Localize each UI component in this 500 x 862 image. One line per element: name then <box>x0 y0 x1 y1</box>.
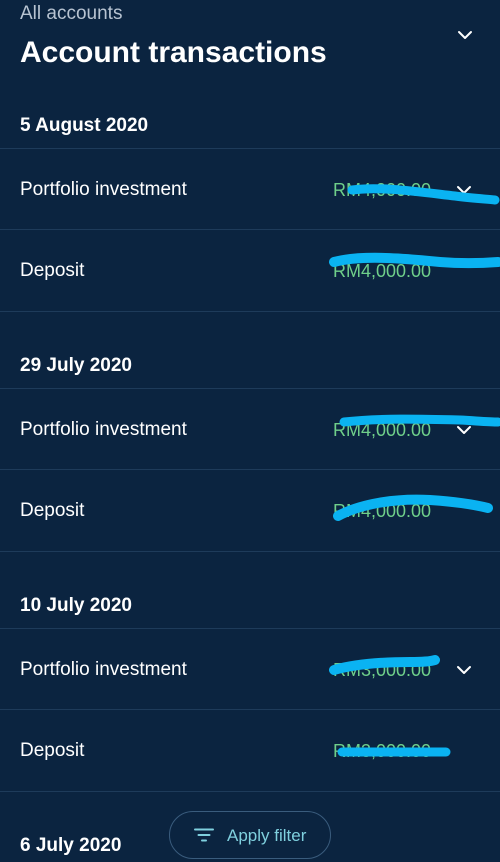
transaction-type: Deposit <box>20 500 85 521</box>
transaction-row[interactable]: Deposit RM4,000.00 <box>0 471 500 551</box>
divider <box>0 148 500 149</box>
transaction-amount: RM4,000.00 <box>333 261 432 281</box>
date-label: 5 August 2020 <box>20 115 149 136</box>
account-selector-label[interactable]: All accounts <box>20 2 122 26</box>
chevron-down-icon[interactable] <box>456 422 472 438</box>
date-label: 29 July 2020 <box>20 355 132 376</box>
transaction-amount: RM3,000.00 <box>333 660 432 680</box>
transaction-type: Portfolio investment <box>20 419 187 440</box>
transaction-row[interactable]: Deposit RM3,000.00 <box>0 711 500 791</box>
filter-icon <box>194 828 214 842</box>
transaction-type: Portfolio investment <box>20 659 187 680</box>
transaction-row[interactable]: Portfolio investment RM4,000.00 <box>0 390 500 470</box>
transaction-row[interactable]: Portfolio investment RM3,000.00 <box>0 630 500 710</box>
header: All accounts Account transactions <box>0 0 500 100</box>
date-label: 10 July 2020 <box>20 595 132 616</box>
transaction-amount: RM4,000.00 <box>333 180 432 200</box>
transaction-amount: RM4,000.00 <box>333 501 432 521</box>
date-label: 6 July 2020 <box>20 835 122 856</box>
date-header: 5 August 2020 <box>0 106 500 146</box>
chevron-down-icon[interactable] <box>456 182 472 198</box>
divider <box>0 628 500 629</box>
transaction-type: Deposit <box>20 740 85 761</box>
divider <box>0 229 500 230</box>
divider <box>0 551 500 552</box>
transaction-type: Deposit <box>20 260 85 281</box>
transaction-row[interactable]: Deposit RM4,000.00 <box>0 231 500 311</box>
apply-filter-button[interactable]: Apply filter <box>169 811 331 859</box>
chevron-down-icon[interactable] <box>456 26 474 44</box>
date-header: 29 July 2020 <box>0 346 500 386</box>
page-title: Account transactions <box>20 36 327 69</box>
apply-filter-label: Apply filter <box>227 826 307 845</box>
transaction-row[interactable]: Portfolio investment RM4,000.00 <box>0 150 500 230</box>
chevron-down-icon[interactable] <box>456 662 472 678</box>
transaction-amount: RM3,000.00 <box>333 741 432 761</box>
divider <box>0 388 500 389</box>
date-header: 10 July 2020 <box>0 586 500 626</box>
divider <box>0 469 500 470</box>
transaction-type: Portfolio investment <box>20 179 187 200</box>
transactions-screen: All accounts Account transactions 5 Augu… <box>0 0 500 862</box>
divider <box>0 791 500 792</box>
divider <box>0 311 500 312</box>
transaction-amount: RM4,000.00 <box>333 420 432 440</box>
divider <box>0 709 500 710</box>
